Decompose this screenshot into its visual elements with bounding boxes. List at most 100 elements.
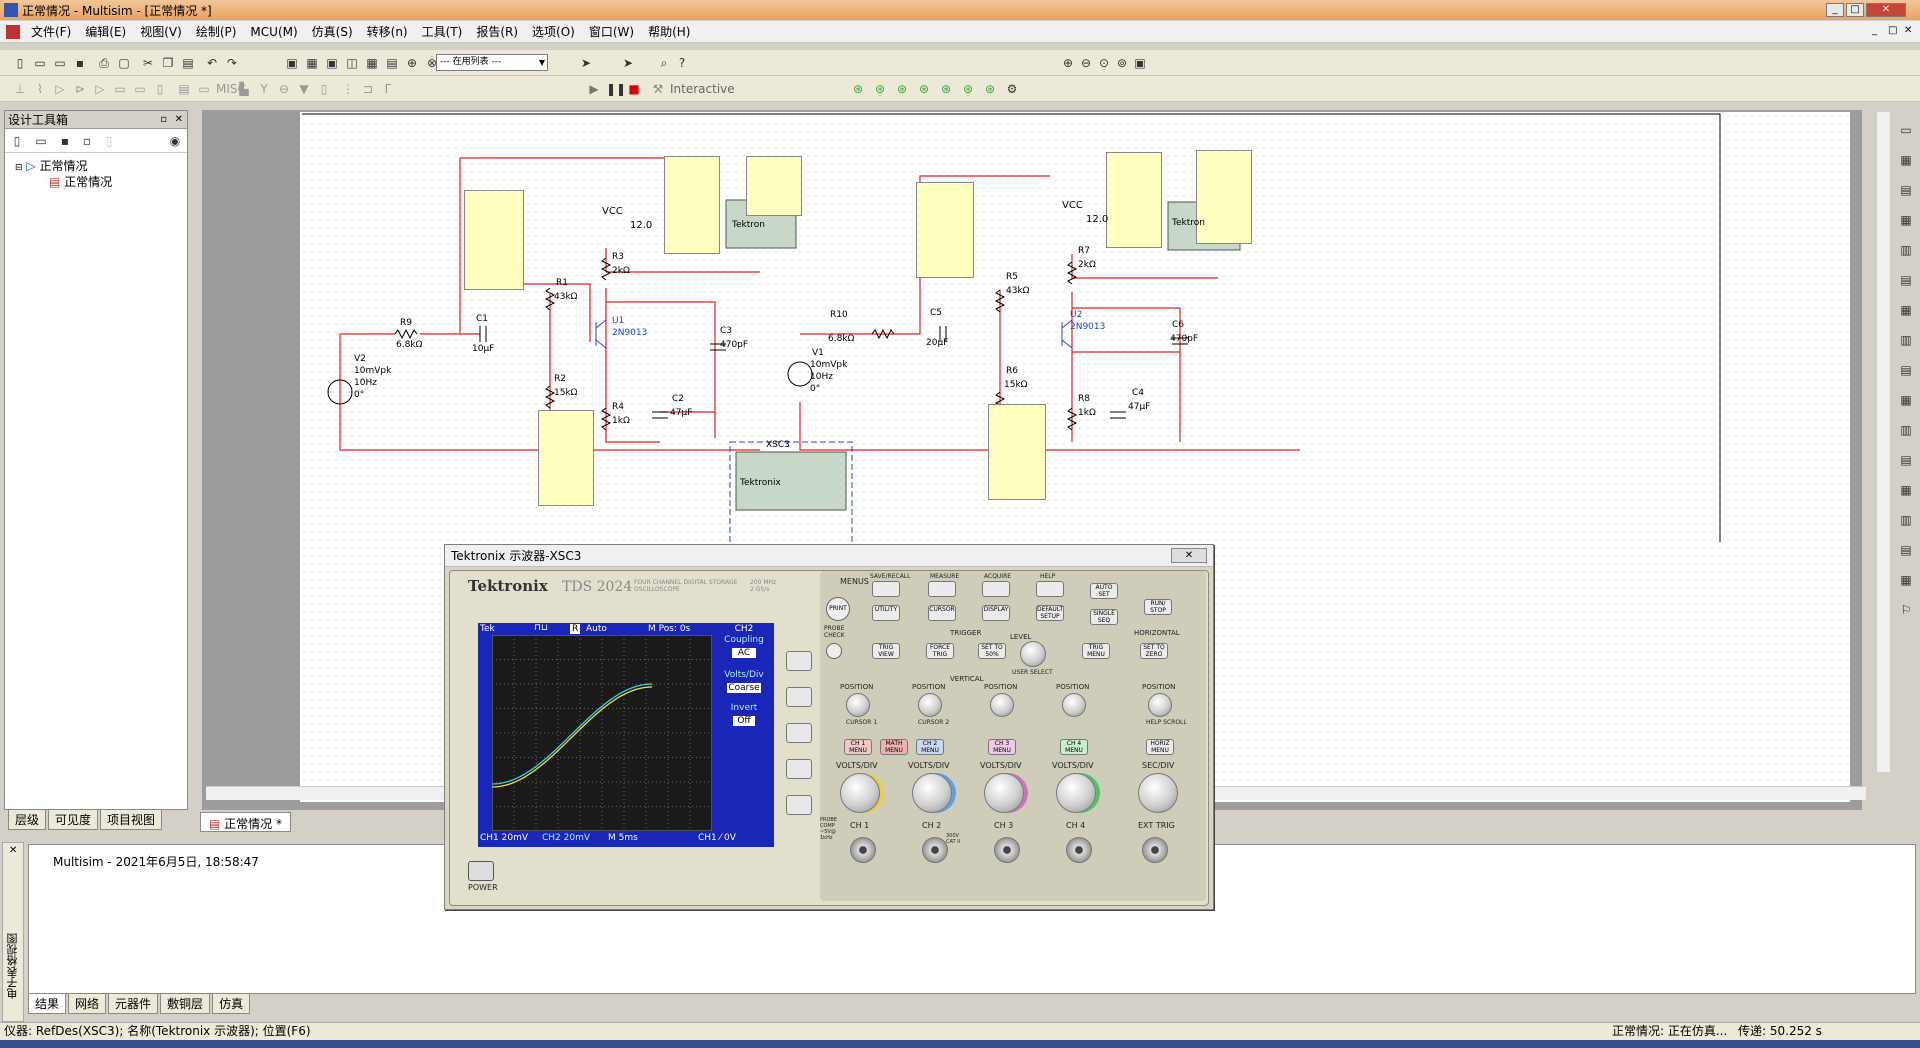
oscilloscope-window[interactable]: Tektronix 示波器-XSC3 ✕ Tektronix TDS 2024 … [444,544,1214,910]
print-preview-icon[interactable]: ▢ [116,55,132,71]
tab-copper[interactable]: 敷铜层 [160,994,211,1014]
tab-visibility[interactable]: 可见度 [48,810,99,830]
delete-design-icon[interactable]: ▯ [101,133,117,149]
place-bus-icon[interactable]: ⋮ [340,81,356,97]
run-stop-button[interactable]: RUN/ STOP [1144,599,1172,615]
new-design-icon[interactable]: ▯ [9,133,25,149]
print-icon[interactable]: ⎙ [96,55,112,71]
menu-mcu[interactable]: MCU(M) [243,25,304,39]
tree-item-sheet[interactable]: ▤ 正常情况 [5,173,187,189]
scope-title-bar[interactable]: Tektronix 示波器-XSC3 ✕ [445,545,1213,567]
menu-window[interactable]: 窗口(W) [582,23,641,40]
horiz-menu-button[interactable]: HORIZ MENU [1146,739,1174,755]
menu-place[interactable]: 绘制(P) [189,23,244,40]
ch4-bnc-connector[interactable] [1066,837,1092,863]
probe2-icon[interactable]: ⊛ [872,81,888,97]
cut-icon[interactable]: ✂ [140,55,156,71]
ch2-voltsdiv-knob[interactable] [912,773,952,813]
toggle-visibility-icon[interactable]: ◉ [167,133,183,149]
mdi-minimize-button[interactable]: _ [1872,25,1877,36]
save-design-icon[interactable]: ▪ [57,133,73,149]
place-analog-icon[interactable]: ▷ [92,81,108,97]
place-misc2-icon[interactable]: MISC [216,81,246,97]
ch1-voltsdiv-knob[interactable] [840,773,880,813]
probe6-icon[interactable]: ⊛ [960,81,976,97]
open-design-icon[interactable]: ▭ [33,133,49,149]
probe-tooltip[interactable] [664,156,720,254]
component-wizard-icon[interactable]: ⊕ [404,55,420,71]
database-icon[interactable]: ▣ [324,55,340,71]
ch4-position-knob[interactable] [1062,693,1086,717]
ch2-bnc-connector[interactable] [922,837,948,863]
menu-help[interactable]: 帮助(H) [641,23,697,40]
menu-simulate[interactable]: 仿真(S) [305,23,360,40]
ch1-position-knob[interactable] [846,693,870,717]
find-examples-icon[interactable]: ⌕ [656,55,672,71]
probe5-icon[interactable]: ⊛ [938,81,954,97]
side-tool-icon[interactable]: ▥ [1898,512,1914,528]
menu-transfer[interactable]: 转移(n) [360,23,415,40]
menu-option-button-3[interactable] [786,723,812,743]
menu-reports[interactable]: 报告(R) [469,23,525,40]
secdiv-knob[interactable] [1138,773,1178,813]
zoom-area-icon[interactable]: ⊙ [1096,55,1112,71]
side-tool-icon[interactable]: ▦ [1898,392,1914,408]
place-diode-icon[interactable]: ▷ [52,81,68,97]
postprocessor-icon[interactable]: ▦ [364,55,380,71]
probe3-icon[interactable]: ⊛ [894,81,910,97]
autoset-button[interactable]: AUTO SET [1090,583,1118,599]
side-tool-icon[interactable]: ▥ [1898,242,1914,258]
copy-icon[interactable]: ❐ [160,55,176,71]
acquire-button[interactable] [982,581,1010,597]
place-hb-icon[interactable]: ⊐ [360,81,376,97]
place-rf-icon[interactable]: Y [256,81,272,97]
ch2-menu-button[interactable]: CH 2 MENU [916,739,944,755]
side-tool-icon[interactable]: ▥ [1898,332,1914,348]
mdi-close-button[interactable]: ✕ [1904,25,1912,36]
place-cmos-icon[interactable]: ▭ [132,81,148,97]
toolbox-toggle-icon[interactable]: ▣ [284,55,300,71]
place-electromech-icon[interactable]: ⊖ [276,81,292,97]
stop-icon[interactable]: ■ [626,81,642,97]
trig-menu-button[interactable]: TRIG MENU [1082,643,1110,659]
help-button[interactable] [1036,581,1064,597]
print-button[interactable]: PRINT [826,597,850,621]
undo-icon[interactable]: ↶ [204,55,220,71]
toolbox-close-icon[interactable]: ✕ [175,111,183,129]
probe-tool-icon[interactable]: ➤ [620,55,636,71]
zoom-fit-icon[interactable]: ⊚ [1114,55,1130,71]
probe-tooltip[interactable] [746,156,802,216]
side-tool-icon[interactable]: ▦ [1898,212,1914,228]
side-tool-icon[interactable]: ▤ [1898,542,1914,558]
probe7-icon[interactable]: ⊛ [982,81,998,97]
open-icon[interactable]: ▭ [32,55,48,71]
vertical-scrollbar[interactable] [1876,112,1890,772]
place-ladder-icon[interactable]: ▼ [296,81,312,97]
tab-results[interactable]: 结果 [28,994,67,1014]
set-to-zero-button[interactable]: SET TO ZERO [1140,643,1168,659]
single-seq-button[interactable]: SINGLE SEQ [1090,609,1118,625]
cursor-button[interactable]: CURSOR [928,605,956,621]
math-menu-button[interactable]: MATH MENU [880,739,908,755]
close-button[interactable]: ✕ [1866,3,1906,17]
probe-tooltip[interactable] [464,190,524,290]
side-tool-icon[interactable]: ▥ [1898,422,1914,438]
spreadsheet-side-label[interactable]: 电子表格视图 [5,933,21,999]
tab-simulation[interactable]: 仿真 [212,994,251,1014]
probe-check-button[interactable] [826,643,842,659]
utility-button[interactable]: UTILITY [872,605,900,621]
interactive-label[interactable]: Interactive [670,82,735,96]
zoom-out-icon[interactable]: ⊖ [1078,55,1094,71]
tab-hierarchy[interactable]: 层级 [8,810,47,830]
probe1-icon[interactable]: ⊛ [850,81,866,97]
ch3-bnc-connector[interactable] [994,837,1020,863]
probe-settings-icon[interactable]: ⚙ [1004,81,1020,97]
side-tool-icon[interactable]: ▭ [1898,122,1914,138]
place-mcu-icon[interactable]: ▯ [316,81,332,97]
menu-coupling-value[interactable]: AC [732,648,756,658]
ch4-voltsdiv-knob[interactable] [1056,773,1096,813]
side-tool-icon[interactable]: ▤ [1898,182,1914,198]
place-connector-icon[interactable]: Γ [380,81,396,97]
ch3-position-knob[interactable] [990,693,1014,717]
save-recall-button[interactable] [872,581,900,597]
